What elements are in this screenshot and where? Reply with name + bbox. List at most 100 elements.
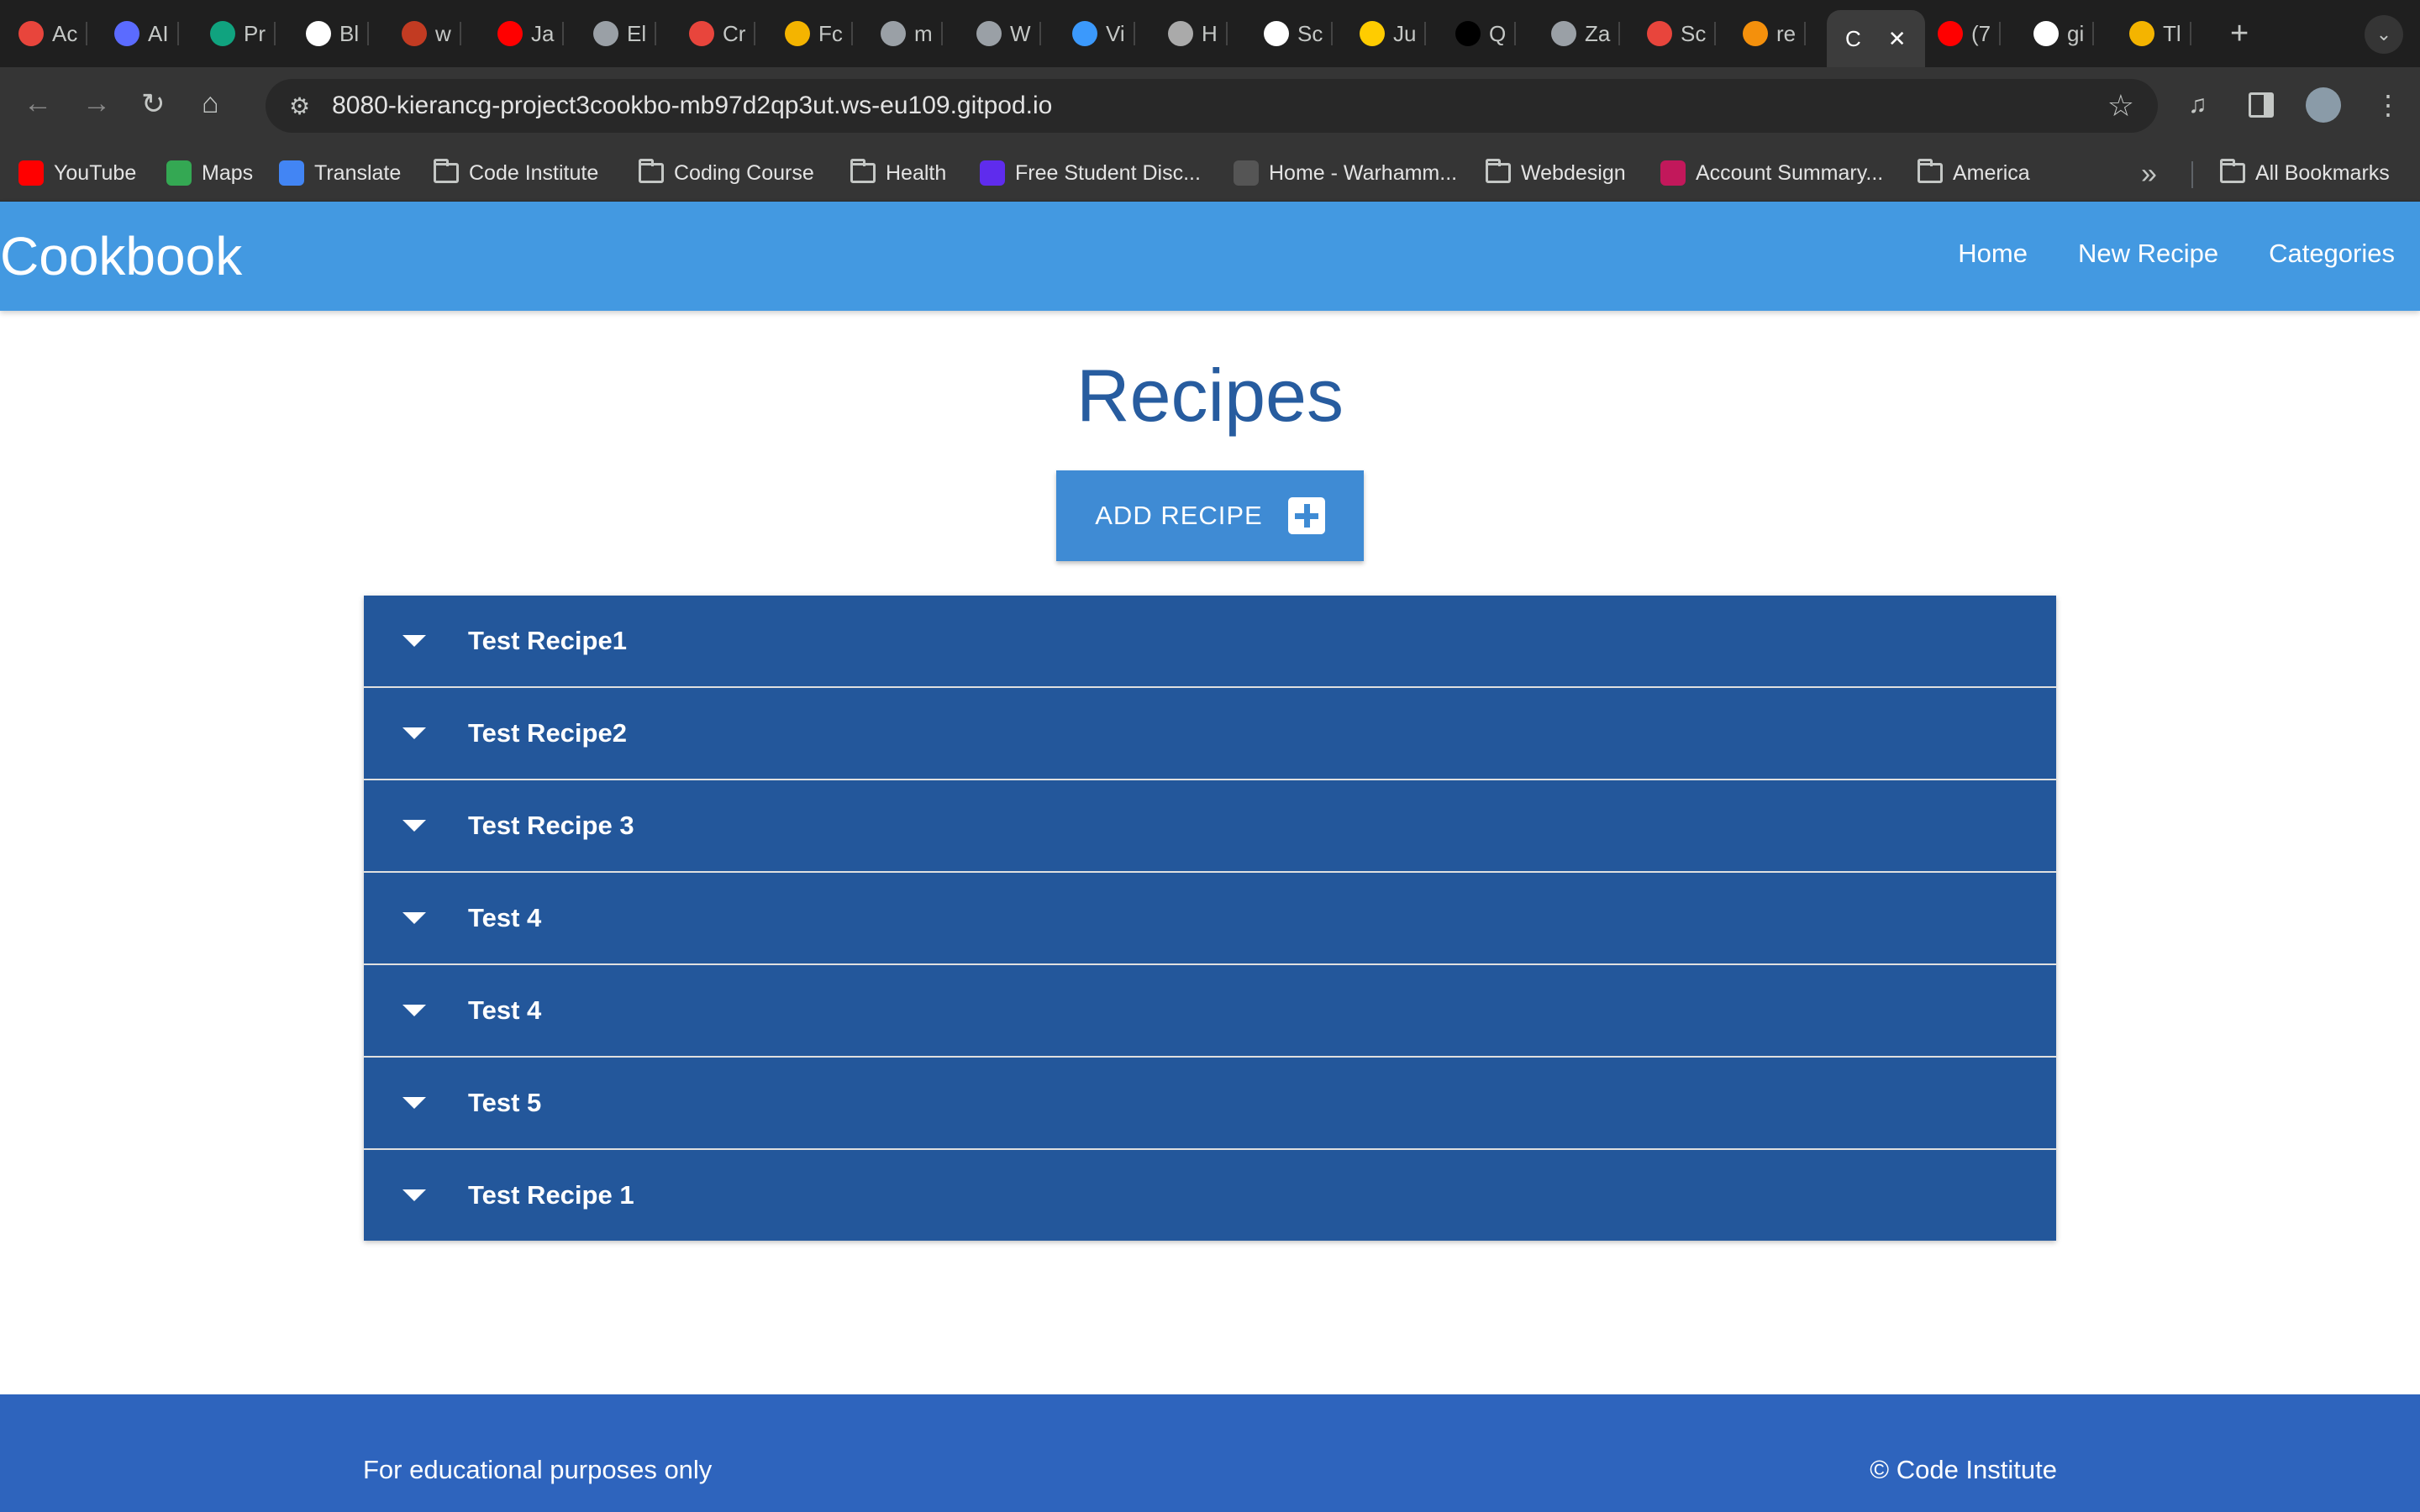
browser-tab[interactable]: Fc: [785, 10, 853, 57]
browser-tab[interactable]: Ja: [497, 10, 565, 57]
bookmark-star-icon[interactable]: ☆: [2107, 88, 2134, 123]
recipe-header[interactable]: Test Recipe 1: [364, 1150, 2056, 1241]
recipe-header[interactable]: Test Recipe2: [364, 688, 2056, 780]
browser-tab[interactable]: Sc: [1264, 10, 1334, 57]
forward-icon[interactable]: →: [82, 87, 111, 120]
browser-tab[interactable]: Sc: [1647, 10, 1717, 57]
recipe-name: Test Recipe1: [468, 626, 627, 655]
bookmark-item[interactable]: Translate: [279, 156, 401, 190]
bookmark-item[interactable]: Health: [850, 156, 946, 190]
footer-copyright: © Code Institute: [1870, 1455, 2057, 1484]
browser-tab[interactable]: Cr: [689, 10, 756, 57]
nav-home-link[interactable]: Home: [1958, 239, 2028, 269]
nav-new-recipe-link[interactable]: New Recipe: [2078, 239, 2218, 269]
plus-square-icon: [1287, 497, 1325, 534]
tab-favicon-icon: [1938, 21, 1963, 46]
bookmark-favicon-icon: [279, 160, 304, 186]
browser-tab[interactable]: H: [1168, 10, 1228, 57]
browser-toolbar: ← → ↻ ⌂ ⚙ 8080-kierancg-project3cookbo-m…: [0, 67, 2420, 144]
bookmark-item[interactable]: Maps: [166, 156, 253, 190]
recipe-name: Test Recipe 3: [468, 811, 634, 840]
tab-label: w: [435, 20, 451, 46]
bookmark-item[interactable]: Free Student Disc...: [980, 156, 1201, 190]
recipe-name: Test Recipe2: [468, 718, 627, 748]
browser-tab[interactable]: m: [881, 10, 943, 57]
browser-tab[interactable]: w: [402, 10, 461, 57]
browser-tab[interactable]: Vi: [1072, 10, 1135, 57]
folder-icon: [850, 159, 876, 183]
browser-tab[interactable]: re: [1743, 10, 1807, 57]
tab-favicon-icon: [1360, 21, 1385, 46]
site-footer: For educational purposes only © Code Ins…: [0, 1394, 2420, 1512]
tab-label: Ju: [1393, 20, 1417, 46]
bookmark-item[interactable]: Home - Warhamm...: [1234, 156, 1457, 190]
bookmark-label: YouTube: [54, 160, 137, 185]
add-recipe-button[interactable]: ADD RECIPE: [1056, 470, 1364, 561]
tab-close-icon[interactable]: ✕: [1888, 26, 1907, 52]
all-bookmarks[interactable]: All Bookmarks: [2220, 156, 2390, 190]
tab-favicon-icon: [689, 21, 714, 46]
browser-tab[interactable]: Pr: [210, 10, 276, 57]
bookmark-item[interactable]: America: [1918, 156, 2030, 190]
recipe-header[interactable]: Test 4: [364, 873, 2056, 965]
tab-label: gi: [2067, 20, 2085, 46]
browser-tab[interactable]: C ✕: [1827, 10, 1925, 67]
profile-avatar[interactable]: [2306, 87, 2341, 123]
home-icon[interactable]: ⌂: [202, 87, 219, 120]
bookmark-item[interactable]: YouTube: [18, 156, 136, 190]
tab-label: El: [627, 20, 647, 46]
browser-tab[interactable]: Q: [1455, 10, 1517, 57]
browser-tab[interactable]: AI: [114, 10, 179, 57]
reload-icon[interactable]: ↻: [141, 87, 166, 121]
side-panel-icon[interactable]: [2249, 92, 2274, 118]
tab-separator: [176, 22, 179, 45]
tab-label: Sc: [1681, 20, 1707, 46]
browser-tab[interactable]: Ju: [1360, 10, 1427, 57]
browser-tab[interactable]: El: [593, 10, 657, 57]
site-settings-icon[interactable]: ⚙: [289, 92, 310, 120]
tab-separator: [1618, 22, 1621, 45]
browser-menu-icon[interactable]: ⋮: [2375, 89, 2402, 121]
bookmark-label: Free Student Disc...: [1015, 160, 1201, 185]
browser-tab[interactable]: (7: [1938, 10, 2002, 57]
tab-favicon-icon: [785, 21, 810, 46]
folder-icon: [639, 159, 664, 183]
tab-label: Q: [1489, 20, 1507, 46]
tab-separator: [1424, 22, 1427, 45]
tab-separator: [274, 22, 276, 45]
browser-tab-strip: Ac AI Pr Bl w Ja El Cr Fc m W Vi H Sc Ju Q Za Sc re C ✕ (7 gi T…: [0, 0, 2420, 67]
url-text: 8080-kierancg-project3cookbo-mb97d2qp3ut…: [332, 92, 1053, 119]
tab-favicon-icon: [593, 21, 618, 46]
browser-tab[interactable]: Tl: [2129, 10, 2191, 57]
tab-separator: [940, 22, 943, 45]
bookmarks-overflow-icon[interactable]: »: [2141, 158, 2157, 191]
bookmark-item[interactable]: Account Summary...: [1660, 156, 1883, 190]
tab-favicon-icon: [2129, 21, 2154, 46]
recipe-header[interactable]: Test Recipe1: [364, 596, 2056, 688]
caret-down-icon: [402, 820, 426, 832]
tab-search-icon[interactable]: ⌄: [2365, 15, 2403, 54]
recipe-header[interactable]: Test 5: [364, 1058, 2056, 1150]
browser-tab[interactable]: Za: [1551, 10, 1621, 57]
new-tab-icon[interactable]: +: [2230, 10, 2249, 57]
brand-logo[interactable]: Cookbook: [0, 225, 242, 287]
bookmark-item[interactable]: Code Institute: [434, 156, 598, 190]
browser-tab[interactable]: gi: [2033, 10, 2095, 57]
caret-down-icon: [402, 1189, 426, 1201]
back-icon[interactable]: ←: [24, 87, 52, 120]
browser-tab[interactable]: Bl: [306, 10, 370, 57]
tab-label: m: [914, 20, 933, 46]
media-controls-icon[interactable]: ♫: [2188, 91, 2207, 119]
nav-categories-link[interactable]: Categories: [2269, 239, 2395, 269]
recipe-header[interactable]: Test Recipe 3: [364, 780, 2056, 873]
bookmark-label: Account Summary...: [1696, 160, 1884, 185]
recipe-header[interactable]: Test 4: [364, 965, 2056, 1058]
browser-tab[interactable]: W: [976, 10, 1041, 57]
browser-tab[interactable]: Ac: [18, 10, 88, 57]
bookmark-item[interactable]: Coding Course: [639, 156, 814, 190]
address-bar[interactable]: ⚙ 8080-kierancg-project3cookbo-mb97d2qp3…: [266, 79, 2158, 133]
tab-favicon-icon: [210, 21, 235, 46]
tab-label: AI: [148, 20, 169, 46]
bookmark-item[interactable]: Webdesign: [1486, 156, 1626, 190]
tab-favicon-icon: [18, 21, 44, 46]
